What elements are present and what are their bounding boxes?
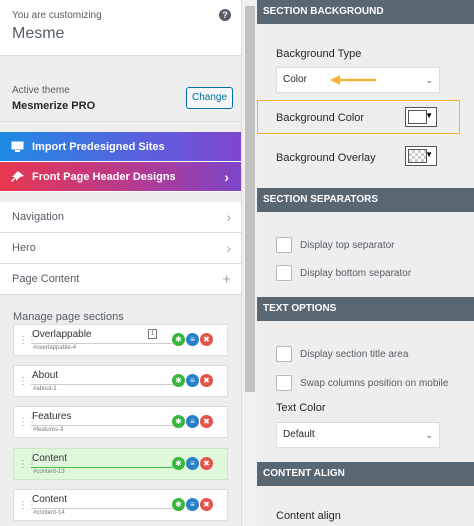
content-align-header: CONTENT ALIGN	[257, 462, 474, 486]
pin-icon	[11, 171, 24, 182]
title-area-checkbox[interactable]	[276, 346, 292, 362]
background-type-label: Background Type	[276, 48, 362, 60]
bottom-separator-label: Display bottom separator	[300, 268, 412, 279]
content-align-label: Content align	[276, 510, 341, 522]
page-icon: 1	[148, 329, 157, 339]
customizing-label: You are customizing	[12, 10, 102, 21]
section-item[interactable]: ⋮⋮ About #about-1 ✱ ≡ ✖	[13, 365, 228, 397]
gear-icon[interactable]: ✱	[172, 498, 185, 511]
title-area-label: Display section title area	[300, 349, 409, 360]
nav-item-hero[interactable]: Hero ›	[0, 233, 241, 264]
section-label: Content	[32, 494, 68, 505]
chevron-right-icon: ›	[226, 209, 231, 225]
plus-icon[interactable]: +	[222, 264, 231, 295]
background-type-value: Color	[283, 74, 307, 85]
nav-item-page-content[interactable]: Page Content +	[0, 264, 241, 295]
customizer-sidebar: You are customizing Mesme ? Active theme…	[0, 0, 242, 526]
section-background-header: SECTION BACKGROUND	[257, 0, 474, 24]
customizer-nav: Navigation › Hero › Page Content +	[0, 202, 241, 295]
help-icon[interactable]: ?	[219, 9, 231, 21]
background-overlay-label: Background Overlay	[276, 152, 376, 164]
scrollbar-thumb[interactable]	[245, 6, 255, 392]
section-item-active[interactable]: ⋮⋮ Content #content-13 ✱ ≡ ✖	[13, 448, 228, 480]
gear-icon[interactable]: ✱	[172, 457, 185, 470]
site-title: Mesme	[12, 25, 65, 42]
delete-icon[interactable]: ✖	[200, 374, 213, 387]
text-options-header: TEXT OPTIONS	[257, 297, 474, 321]
swap-columns-label: Swap columns position on mobile	[300, 378, 449, 389]
bottom-separator-checkbox[interactable]	[276, 265, 292, 281]
list-icon[interactable]: ≡	[186, 374, 199, 387]
section-separators-header: SECTION SEPARATORS	[257, 188, 474, 212]
active-theme-panel: Active theme Mesmerize PRO Change	[0, 66, 241, 122]
section-anchor: #about-1	[33, 386, 57, 392]
delete-icon[interactable]: ✖	[200, 457, 213, 470]
section-item[interactable]: ⋮⋮ Features #features-3 ✱ ≡ ✖	[13, 406, 228, 438]
background-overlay-picker[interactable]: ▼	[405, 146, 437, 166]
nav-item-label: Navigation	[12, 211, 64, 223]
gear-icon[interactable]: ✱	[172, 333, 185, 346]
background-color-row: Background Color ▼	[257, 100, 460, 134]
arrow-left-icon	[330, 75, 376, 85]
list-icon[interactable]: ≡	[186, 457, 199, 470]
background-color-label: Background Color	[276, 112, 365, 124]
chevron-right-icon: ›	[224, 169, 229, 185]
section-anchor: #overlappable-4	[33, 345, 77, 351]
chevron-right-icon: ›	[226, 240, 231, 256]
list-icon[interactable]: ≡	[186, 415, 199, 428]
section-actions: ✱ ≡ ✖	[172, 415, 214, 428]
change-theme-button[interactable]: Change	[186, 87, 233, 109]
section-anchor: #features-3	[33, 427, 64, 433]
caret-down-icon: ▼	[425, 150, 433, 159]
chevron-down-icon: ⌄	[425, 430, 433, 440]
section-label: Overlappable	[32, 329, 92, 340]
monitor-icon	[11, 141, 24, 152]
sidebar-scrollbar[interactable]	[243, 0, 257, 526]
delete-icon[interactable]: ✖	[200, 415, 213, 428]
section-label: Content	[32, 453, 68, 464]
section-label: About	[32, 370, 59, 381]
section-actions: ✱ ≡ ✖	[172, 498, 214, 511]
nav-item-navigation[interactable]: Navigation ›	[0, 202, 241, 233]
section-underline	[31, 467, 173, 468]
section-underline	[31, 425, 173, 426]
gear-icon[interactable]: ✱	[172, 415, 185, 428]
text-color-select[interactable]: Default ⌄	[276, 422, 440, 448]
text-color-value: Default	[283, 429, 315, 440]
top-separator-checkbox[interactable]	[276, 237, 292, 253]
section-anchor: #content-13	[33, 469, 65, 475]
customizer-header: You are customizing Mesme ?	[0, 0, 241, 56]
section-settings-panel: SECTION BACKGROUND Background Type Color…	[257, 0, 474, 526]
section-underline	[31, 508, 173, 509]
import-predesigned-sites-button[interactable]: Import Predesigned Sites	[0, 132, 241, 162]
section-underline	[31, 384, 173, 385]
section-item[interactable]: ⋮⋮ Content #content-14 ✱ ≡ ✖	[13, 489, 228, 521]
front-page-header-designs-label: Front Page Header Designs	[32, 171, 176, 183]
list-icon[interactable]: ≡	[186, 498, 199, 511]
section-actions: ✱ ≡ ✖	[172, 374, 214, 387]
top-separator-label: Display top separator	[300, 240, 395, 251]
front-page-header-designs-button[interactable]: Front Page Header Designs ›	[0, 162, 241, 192]
section-anchor: #content-14	[33, 510, 65, 516]
background-color-picker[interactable]: ▼	[405, 107, 437, 127]
list-icon[interactable]: ≡	[186, 333, 199, 346]
import-predesigned-sites-label: Import Predesigned Sites	[32, 141, 165, 153]
section-label: Features	[32, 411, 72, 422]
section-item[interactable]: ⋮⋮ Overlappable 1 #overlappable-4 ✱ ≡ ✖	[13, 324, 228, 356]
delete-icon[interactable]: ✖	[200, 333, 213, 346]
nav-item-label: Hero	[12, 242, 36, 254]
chevron-down-icon: ⌄	[425, 75, 433, 85]
delete-icon[interactable]: ✖	[200, 498, 213, 511]
text-color-label: Text Color	[276, 402, 326, 414]
caret-down-icon: ▼	[425, 111, 433, 120]
nav-item-label: Page Content	[12, 273, 80, 285]
gear-icon[interactable]: ✱	[172, 374, 185, 387]
section-underline	[31, 343, 173, 344]
section-actions: ✱ ≡ ✖	[172, 457, 214, 470]
section-actions: ✱ ≡ ✖	[172, 333, 214, 346]
swap-columns-checkbox[interactable]	[276, 375, 292, 391]
